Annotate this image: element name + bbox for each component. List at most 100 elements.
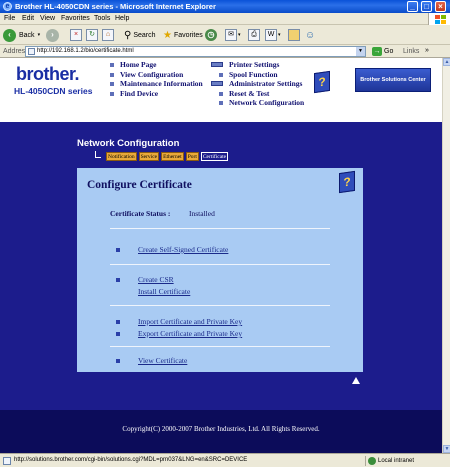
tab-certificate[interactable]: Certificate [200, 152, 229, 161]
bullet-icon [116, 320, 120, 324]
tab-ethernet[interactable]: Ethernet [161, 152, 184, 161]
search-button[interactable]: ⚲ Search [124, 28, 156, 42]
view-certificate-link[interactable]: View Certificate [138, 356, 187, 365]
refresh-icon: ↻ [86, 29, 98, 41]
create-self-signed-certificate-link[interactable]: Create Self-Signed Certificate [138, 245, 228, 254]
windows-logo-icon [428, 13, 450, 25]
window-title-bar[interactable]: e Brother HL-4050CDN series - Microsoft … [0, 0, 450, 13]
nav-view-configuration[interactable]: View Configuration [110, 70, 203, 80]
search-label: Search [133, 31, 156, 39]
import-certificate-link[interactable]: Import Certificate and Private Key [138, 317, 242, 326]
favorites-label: Favorites [173, 31, 203, 39]
nav-home-page[interactable]: Home Page [110, 60, 203, 70]
chevron-down-icon: ▾ [238, 32, 241, 38]
menu-favorites[interactable]: Favorites [61, 15, 90, 22]
certificate-status-label: Certificate Status : [110, 209, 171, 218]
nav-network-configuration[interactable]: Network Configuration [219, 98, 304, 108]
nav-printer-settings[interactable]: Printer Settings [211, 60, 304, 70]
page-header: brother. HL-4050CDN series Home Page Vie… [0, 58, 442, 122]
tab-port[interactable]: Port [185, 152, 199, 161]
refresh-button[interactable]: ↻ [86, 28, 98, 42]
section-title: Network Configuration [77, 138, 180, 149]
scroll-down-icon[interactable]: ▼ [443, 445, 450, 453]
back-label: Back [19, 31, 35, 39]
toolbar: ‹ Back ▾ › × ↻ ⌂ ⚲ Search ★ Favorites ◷ … [0, 25, 450, 45]
ie-icon: e [3, 2, 12, 11]
address-url: http://192.168.1.2/bio/certificate.html [37, 48, 134, 54]
nav-maintenance-information[interactable]: Maintenance Information [110, 79, 203, 89]
nav-administrator-settings[interactable]: Administrator Settings [211, 79, 304, 89]
tab-service[interactable]: Service [138, 152, 160, 161]
scroll-up-icon[interactable]: ▲ [443, 58, 450, 66]
menu-edit[interactable]: Edit [22, 15, 34, 22]
minimize-button[interactable]: _ [407, 1, 418, 12]
install-certificate-link[interactable]: Install Certificate [138, 287, 190, 296]
chevron-down-icon[interactable]: ▼ [356, 47, 365, 56]
folder-icon [288, 29, 300, 41]
page-icon [28, 48, 35, 55]
tab-notification[interactable]: Notification [106, 152, 137, 161]
edit-button[interactable]: W ▾ [265, 28, 281, 42]
star-icon: ★ [163, 29, 172, 41]
copyright-text: Copyright(C) 2000-2007 Brother Industrie… [122, 425, 320, 433]
edit-icon: W [265, 29, 277, 41]
stop-button[interactable]: × [70, 28, 82, 42]
arrow-icon [211, 62, 223, 67]
forward-button[interactable]: › [46, 28, 59, 42]
go-button[interactable]: → Go [372, 47, 393, 56]
close-button[interactable]: × [435, 1, 446, 12]
page-viewport: brother. HL-4050CDN series Home Page Vie… [0, 58, 442, 453]
nav-left: Home Page View Configuration Maintenance… [110, 60, 203, 98]
menu-help[interactable]: Help [115, 15, 129, 22]
window-title: Brother HL-4050CDN series - Microsoft In… [15, 2, 216, 11]
back-button[interactable]: ‹ Back ▾ [3, 28, 40, 42]
page-icon [3, 457, 11, 465]
bullet-icon [116, 278, 120, 282]
bullet-icon [116, 248, 120, 252]
nav-right: Printer Settings Spool Function Administ… [211, 60, 304, 108]
divider [110, 264, 330, 265]
home-button[interactable]: ⌂ [102, 28, 114, 42]
print-button[interactable]: ⎙ [248, 28, 260, 42]
export-certificate-link[interactable]: Export Certificate and Private Key [138, 329, 242, 338]
chevron-down-icon: ▾ [278, 32, 281, 38]
links-label[interactable]: Links [403, 48, 419, 55]
printer-icon: ⎙ [248, 29, 260, 41]
go-label: Go [384, 48, 394, 55]
vertical-scrollbar[interactable]: ▲ ▼ [442, 58, 450, 453]
messenger-button[interactable]: ☺ [305, 28, 315, 42]
divider [110, 346, 330, 347]
arrow-icon [211, 81, 223, 86]
security-zone: Local intranet [365, 456, 450, 466]
configure-certificate-panel: Configure Certificate ? Certificate Stat… [77, 168, 363, 372]
mail-button[interactable]: ✉ ▾ [225, 28, 241, 42]
maximize-button[interactable]: □ [421, 1, 432, 12]
create-csr-link[interactable]: Create CSR [138, 275, 174, 284]
divider [110, 305, 330, 306]
bullet-icon [116, 332, 120, 336]
menu-file[interactable]: File [4, 15, 15, 22]
status-bar: http://solutions.brother.com/cgi-bin/sol… [0, 453, 450, 467]
links-expand-icon[interactable]: » [425, 47, 429, 54]
folder-button[interactable] [288, 28, 300, 42]
menu-view[interactable]: View [40, 15, 55, 22]
search-icon: ⚲ [124, 29, 132, 41]
history-button[interactable]: ◷ [205, 28, 217, 42]
nav-reset-test[interactable]: Reset & Test [219, 89, 304, 99]
menu-tools[interactable]: Tools [94, 15, 110, 22]
nav-find-device[interactable]: Find Device [110, 89, 203, 99]
brother-solutions-center-button[interactable]: Brother Solutions Center [355, 68, 431, 92]
address-bar: Address http://192.168.1.2/bio/certifica… [0, 45, 450, 58]
back-to-top-icon[interactable] [352, 377, 360, 384]
help-icon[interactable]: ? [314, 70, 330, 94]
address-input[interactable]: http://192.168.1.2/bio/certificate.html … [25, 46, 366, 57]
divider [110, 228, 330, 229]
zone-label: Local intranet [378, 458, 415, 464]
tab-connector [95, 151, 101, 158]
favorites-button[interactable]: ★ Favorites [163, 28, 203, 42]
certificate-status-value: Installed [189, 209, 215, 218]
tab-bar: Notification Service Ethernet Port Certi… [106, 152, 229, 161]
mail-icon: ✉ [225, 29, 237, 41]
help-icon[interactable]: ? [339, 170, 355, 194]
nav-spool-function[interactable]: Spool Function [219, 70, 304, 80]
